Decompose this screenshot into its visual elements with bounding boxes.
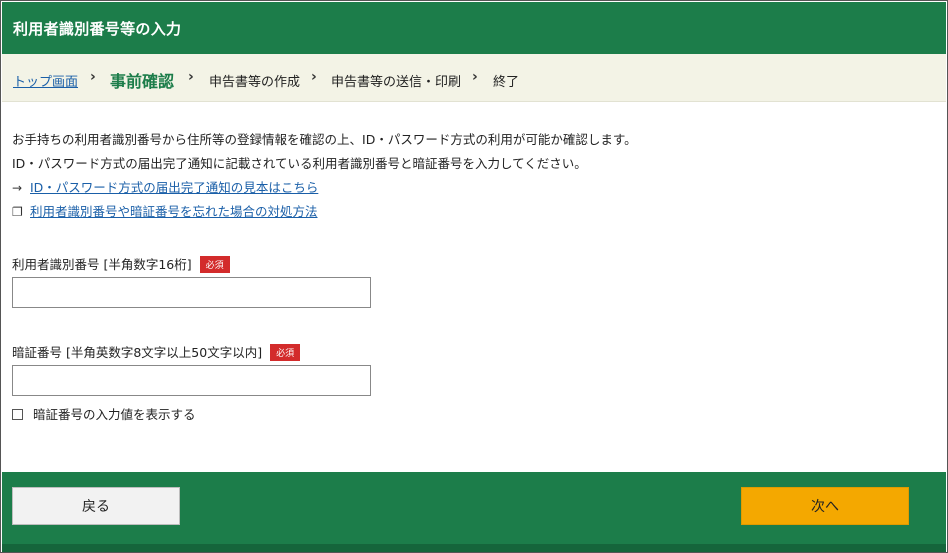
show-password-row[interactable]: 暗証番号の入力値を表示する — [12, 404, 196, 423]
forgot-credentials-link[interactable]: 利用者識別番号や暗証番号を忘れた場合の対処方法 — [30, 204, 318, 219]
description-line-2: ID・パスワード方式の届出完了通知に記載されている利用者識別番号と暗証番号を入力… — [12, 156, 587, 171]
breadcrumb: トップ画面 › 事前確認 › 申告書等の作成 › 申告書等の送信・印刷 › 終了 — [2, 54, 946, 102]
page-frame: 利用者識別番号等の入力 トップ画面 › 事前確認 › 申告書等の作成 › 申告書… — [0, 0, 948, 553]
breadcrumb-separator-icon: › — [90, 69, 96, 85]
breadcrumb-step-create: 申告書等の作成 — [209, 75, 301, 90]
arrow-right-icon: → — [12, 181, 23, 195]
breadcrumb-separator-icon: › — [188, 69, 194, 85]
user-id-label-row: 利用者識別番号 [半角数字16桁] 必須 — [12, 254, 230, 274]
next-button[interactable]: 次へ — [741, 487, 909, 525]
password-label-row: 暗証番号 [半角英数字8文字以上50文字以内] 必須 — [12, 342, 301, 362]
sample-notice-link[interactable]: ID・パスワード方式の届出完了通知の見本はこちら — [30, 180, 318, 195]
breadcrumb-separator-icon: › — [311, 69, 317, 85]
description-line-1: お手持ちの利用者識別番号から住所等の登録情報を確認の上、ID・パスワード方式の利… — [12, 132, 637, 147]
breadcrumb-top-link[interactable]: トップ画面 — [13, 71, 78, 90]
user-id-label: 利用者識別番号 [半角数字16桁] — [12, 257, 192, 272]
footer-bottom-strip — [2, 544, 946, 552]
required-badge: 必須 — [270, 344, 301, 361]
page-title: 利用者識別番号等の入力 — [13, 20, 182, 38]
sample-notice-link-row: → ID・パスワード方式の届出完了通知の見本はこちら — [12, 177, 318, 196]
user-id-input[interactable] — [12, 277, 371, 308]
password-input[interactable] — [12, 365, 371, 396]
breadcrumb-step-send: 申告書等の送信・印刷 — [331, 75, 462, 90]
footer-bar: 戻る 次へ — [2, 472, 946, 544]
breadcrumb-current-step: 事前確認 — [110, 72, 175, 91]
required-badge: 必須 — [199, 256, 230, 273]
show-password-checkbox[interactable] — [12, 409, 23, 420]
new-window-icon: ❐ — [12, 205, 23, 219]
forgot-credentials-link-row: ❐ 利用者識別番号や暗証番号を忘れた場合の対処方法 — [12, 201, 318, 220]
page-header: 利用者識別番号等の入力 — [2, 2, 946, 54]
back-button[interactable]: 戻る — [12, 487, 180, 525]
show-password-label: 暗証番号の入力値を表示する — [33, 407, 196, 422]
password-label: 暗証番号 [半角英数字8文字以上50文字以内] — [12, 345, 263, 360]
breadcrumb-step-end: 終了 — [493, 75, 520, 90]
breadcrumb-separator-icon: › — [472, 69, 478, 85]
